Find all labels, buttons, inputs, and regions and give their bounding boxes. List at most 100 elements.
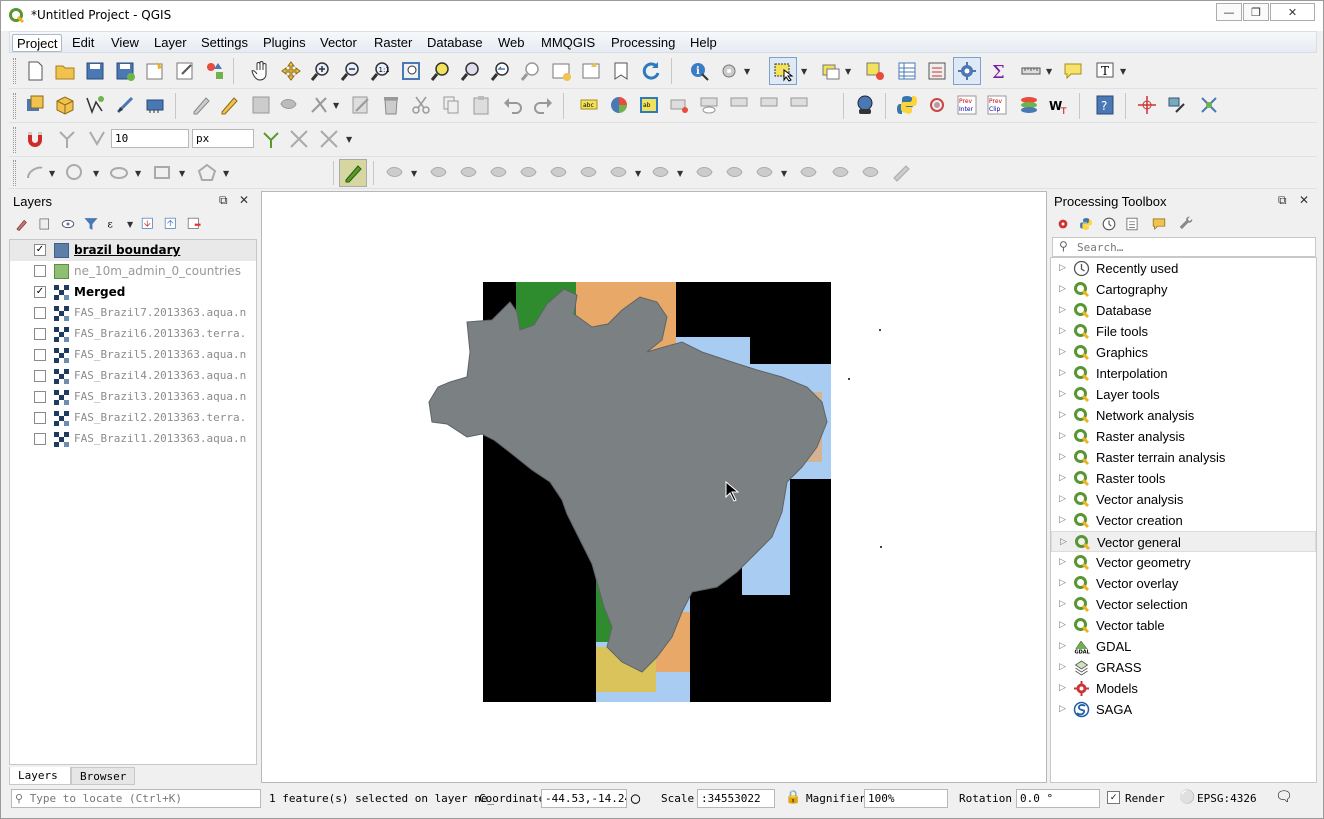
menu-help[interactable]: Help: [686, 34, 721, 52]
close-panel-icon[interactable]: ✕: [1299, 193, 1309, 207]
fill-ring-icon[interactable]: [545, 159, 573, 187]
toolbox-item[interactable]: ▷ Vector analysis: [1051, 489, 1316, 510]
expand-arrow-icon[interactable]: ▷: [1059, 556, 1066, 567]
delete-ring-icon[interactable]: [575, 159, 603, 187]
snapping-magnet-icon[interactable]: [21, 125, 49, 153]
plugin-circle-icon[interactable]: [923, 91, 951, 119]
magnifier-spinbox[interactable]: 100%: [864, 789, 948, 808]
toolbox-item[interactable]: ▷ Vector geometry: [1051, 552, 1316, 573]
layer-checkbox[interactable]: [34, 370, 46, 382]
cut-features-icon[interactable]: [407, 91, 435, 119]
plugin-layers-icon[interactable]: [1015, 91, 1043, 119]
layer-checkbox[interactable]: [34, 265, 46, 277]
toolbox-item[interactable]: ▷ File tools: [1051, 321, 1316, 342]
options-wrench-icon[interactable]: [1176, 213, 1198, 235]
toolbox-item[interactable]: ▷ Raster analysis: [1051, 426, 1316, 447]
merge-attributes-icon[interactable]: [827, 159, 855, 187]
render-checkbox[interactable]: ✓: [1107, 791, 1120, 804]
models-icon[interactable]: [1052, 213, 1074, 235]
rotate-feature-icon[interactable]: [425, 159, 453, 187]
expand-arrow-icon[interactable]: ▷: [1059, 682, 1066, 693]
expand-arrow-icon[interactable]: ▷: [1059, 430, 1066, 441]
filter-expression-icon[interactable]: ε: [103, 213, 125, 235]
toolbox-item[interactable]: ▷ Network analysis: [1051, 405, 1316, 426]
add-ellipse-icon[interactable]: [105, 159, 133, 187]
add-group-icon[interactable]: [34, 213, 56, 235]
layer-item[interactable]: FAS_Brazil2.2013363.terra.: [10, 408, 256, 429]
style-manager-icon[interactable]: [201, 57, 229, 85]
toolbox-item[interactable]: ▷ Vector selection: [1051, 594, 1316, 615]
tolerance-unit-select[interactable]: px: [192, 129, 254, 148]
expand-arrow-icon[interactable]: ▷: [1060, 536, 1067, 547]
highlight-pinned-labels-icon[interactable]: ab: [635, 91, 663, 119]
scale-select[interactable]: :34553022: [697, 789, 775, 808]
refresh-icon[interactable]: [637, 57, 665, 85]
new-print-layout-icon[interactable]: [141, 57, 169, 85]
layer-checkbox[interactable]: [34, 391, 46, 403]
menu-plugins[interactable]: Plugins: [259, 34, 310, 52]
expand-arrow-icon[interactable]: ▷: [1059, 472, 1066, 483]
menu-vector[interactable]: Vector: [316, 34, 361, 52]
menu-project[interactable]: Project: [12, 34, 63, 52]
history-icon[interactable]: [1098, 213, 1120, 235]
toolbox-item[interactable]: ▷ Vector table: [1051, 615, 1316, 636]
remove-layer-icon[interactable]: [183, 213, 205, 235]
pin-labels-icon[interactable]: [665, 91, 693, 119]
menu-web[interactable]: Web: [494, 34, 529, 52]
move-label-icon[interactable]: [725, 91, 753, 119]
add-feature-icon[interactable]: [275, 91, 303, 119]
deselect-all-icon[interactable]: [861, 57, 889, 85]
expand-arrow-icon[interactable]: ▷: [1059, 514, 1066, 525]
toolbox-item[interactable]: ▷ Layer tools: [1051, 384, 1316, 405]
layer-checkbox[interactable]: ✓: [34, 244, 46, 256]
layer-item[interactable]: FAS_Brazil1.2013363.aqua.n: [10, 429, 256, 450]
processing-toolbox-icon[interactable]: [953, 57, 981, 85]
toolbox-search-input[interactable]: ⚲ Search…: [1052, 237, 1316, 257]
manage-visibility-icon[interactable]: [57, 213, 79, 235]
expand-arrow-icon[interactable]: ▷: [1059, 640, 1066, 651]
scripts-icon[interactable]: [1075, 213, 1097, 235]
field-calculator-icon[interactable]: [923, 57, 951, 85]
expand-arrow-icon[interactable]: ▷: [1059, 493, 1066, 504]
text-annotation-icon[interactable]: T: [1091, 57, 1119, 85]
zoom-in-icon[interactable]: [307, 57, 335, 85]
menu-edit[interactable]: Edit: [68, 34, 98, 52]
snap-segment-icon[interactable]: [83, 125, 111, 153]
layer-checkbox[interactable]: [34, 349, 46, 361]
toolbox-item[interactable]: ▷ Cartography: [1051, 279, 1316, 300]
split-features-icon[interactable]: [721, 159, 749, 187]
wkt-icon[interactable]: WT: [1045, 91, 1073, 119]
zoom-native-icon[interactable]: 1:1: [367, 57, 395, 85]
identify-icon[interactable]: i: [685, 57, 713, 85]
close-panel-icon[interactable]: ✕: [239, 193, 249, 207]
save-edits-icon[interactable]: [247, 91, 275, 119]
modify-attributes-icon[interactable]: [347, 91, 375, 119]
copy-features-icon[interactable]: [437, 91, 465, 119]
edit-in-place-icon[interactable]: [1148, 213, 1170, 235]
offset-curve-icon[interactable]: [691, 159, 719, 187]
snap-vertex-icon[interactable]: [53, 125, 81, 153]
expand-arrow-icon[interactable]: ▷: [1059, 409, 1066, 420]
extents-toggle-icon[interactable]: ◯: [631, 789, 640, 807]
reshape-features-icon[interactable]: [647, 159, 675, 187]
merge-selected-icon[interactable]: [795, 159, 823, 187]
delete-part-icon[interactable]: [605, 159, 633, 187]
add-circle-icon[interactable]: [61, 159, 89, 187]
attribute-table-icon[interactable]: [893, 57, 921, 85]
toggle-editing-icon[interactable]: [215, 91, 243, 119]
measure-line-icon[interactable]: [1017, 57, 1045, 85]
undo-icon[interactable]: [499, 91, 527, 119]
layer-item[interactable]: ✓ Merged: [10, 282, 256, 303]
add-part-icon[interactable]: [515, 159, 543, 187]
plugin-network-icon[interactable]: [1195, 91, 1223, 119]
menu-view[interactable]: View: [107, 34, 143, 52]
toolbox-item[interactable]: ▷ Database: [1051, 300, 1316, 321]
rotation-spinbox[interactable]: 0.0 °: [1016, 789, 1100, 808]
expand-arrow-icon[interactable]: ▷: [1059, 388, 1066, 399]
new-project-icon[interactable]: [21, 57, 49, 85]
toolbox-item[interactable]: ▷ SAGA: [1051, 699, 1316, 720]
layer-item[interactable]: ✓ brazil boundary: [10, 240, 256, 261]
pan-map-icon[interactable]: [247, 57, 275, 85]
topology-icon[interactable]: [257, 125, 285, 153]
expand-arrow-icon[interactable]: ▷: [1059, 619, 1066, 630]
